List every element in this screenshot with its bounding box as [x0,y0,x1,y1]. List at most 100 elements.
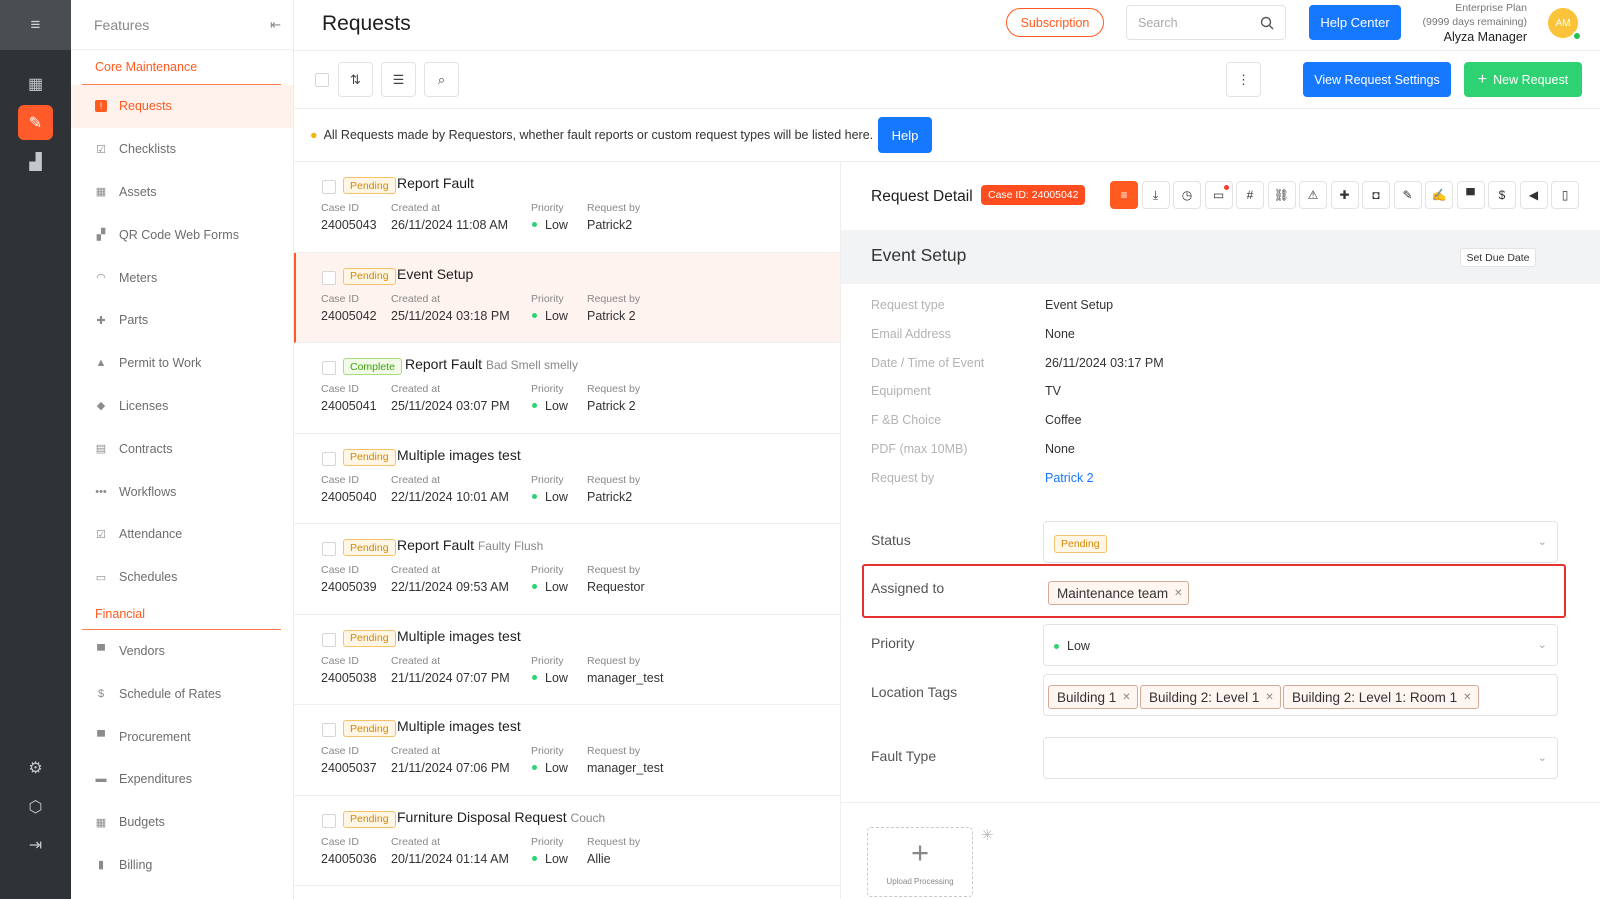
request-row[interactable]: Pending Multiple images test Case ID 240050… [294,434,840,524]
link-icon[interactable]: ⛓ [1267,181,1296,209]
upload-button[interactable]: + Upload Processing [867,827,973,897]
sidebar-item-vendors[interactable]: ▀ Vendors [71,630,293,673]
priority-text: Low [545,670,568,685]
status-badge: Pending [343,448,396,466]
history-clock-icon[interactable]: ◷ [1173,181,1201,209]
request-row[interactable]: Complete Report Fault Bad Smell smelly Cas… [294,343,840,434]
meta-label-request-by: Request by [587,292,641,305]
sidebar-item-assets[interactable]: ▦ Assets [71,171,293,214]
menu-toggle-icon[interactable]: ≡ [0,0,71,50]
download-icon[interactable]: ⤓ [1141,181,1170,209]
request-row[interactable]: Pending Report Fault Faulty Flush Case ID 2… [294,524,840,615]
location-tag-label: Building 2: Level 1: Room 1 [1292,689,1458,705]
set-due-date-button[interactable]: Set Due Date [1460,248,1536,267]
analytics-icon[interactable]: ▟ [18,144,53,179]
request-by-link[interactable]: Patrick 2 [1045,471,1094,485]
sidebar-item-label: Schedules [119,570,178,585]
parts-icon[interactable]: ✚ [1330,181,1359,209]
help-center-button[interactable]: Help Center [1309,5,1401,40]
sort-button[interactable]: ⇅ [338,62,373,97]
filter-button[interactable]: ☰ [381,62,416,97]
online-status-icon [1572,31,1582,41]
maintenance-icon[interactable]: ✎ [18,105,53,140]
search-list-button[interactable]: ⌕ [424,62,459,97]
procurement-icon: ▀ [97,730,105,743]
status-select[interactable]: Pending ⌄ [1043,521,1558,563]
remove-tag-icon[interactable]: ✕ [1122,692,1130,703]
sidebar-item-licenses[interactable]: ◆ Licenses [71,385,293,428]
sidebar-item-contracts[interactable]: ▤ Contracts [71,427,293,470]
sidebar-item-qr-code-web-forms[interactable]: ▞ QR Code Web Forms [71,213,293,256]
view-request-settings-button[interactable]: View Request Settings [1303,62,1451,97]
row-checkbox[interactable] [322,632,336,647]
meta-value-case-id: 24005042 [321,308,377,323]
sidebar-item-attendance[interactable]: ☑ Attendance [71,513,293,556]
row-checkbox[interactable] [322,813,336,828]
priority-value: Low [531,761,568,775]
sidebar-item-schedule-of-rates[interactable]: $ Schedule of Rates [71,672,293,715]
settings-gear-icon[interactable]: ⚙ [18,750,53,785]
status-badge: Pending [343,539,396,556]
dashboard-icon[interactable]: ▦ [18,66,53,101]
help-button[interactable]: Help [878,117,932,153]
sidebar-item-billing[interactable]: ▮ Billing [71,844,293,887]
sidebar-item-requests[interactable]: ! Requests [71,85,293,128]
request-row[interactable]: Pending Multiple images test Case ID 240050… [294,615,840,705]
collapse-sidebar-icon[interactable]: ⇤ [270,17,281,33]
row-checkbox[interactable] [322,542,336,556]
chevron-down-icon: ⌄ [1537,536,1547,548]
vendor-store-icon[interactable]: ▀ [1456,181,1485,209]
search-icon[interactable] [1260,16,1274,30]
request-title-text: Report Fault [397,175,475,191]
status-badge: Pending [1054,535,1107,553]
subscription-button[interactable]: Subscription [1006,8,1104,37]
sidebar-item-procurement[interactable]: ▀ Procurement [71,715,293,758]
sidebar-item-checklists[interactable]: ☑ Checklists [71,128,293,171]
request-row[interactable]: Pending Furniture Disposal Request Couch C… [294,796,840,886]
row-checkbox[interactable] [322,180,336,194]
remove-tag-icon[interactable]: ✕ [1265,692,1273,703]
select-all-checkbox[interactable] [315,73,329,87]
field-key: Request type [871,298,945,312]
location-tags-select[interactable]: Building 1 ✕ Building 2: Level 1 ✕ Buildin… [1043,674,1558,716]
signature-icon[interactable]: ✍ [1425,181,1453,209]
sidebar-item-schedules[interactable]: ▭ Schedules [71,556,293,599]
comments-icon[interactable]: ▭ [1204,181,1233,209]
request-row[interactable]: Pending Report Fault Case ID 24005043 Create… [294,162,840,253]
row-checkbox[interactable] [322,270,336,285]
edit-pencil-icon[interactable]: ✎ [1393,181,1422,209]
new-request-button[interactable]: + New Request [1464,62,1582,97]
announce-speaker-icon[interactable]: ◀ [1519,181,1548,209]
meta-value-request-by: Patrick 2 [587,308,636,323]
warning-icon[interactable]: ⚠ [1299,181,1327,209]
fault-type-select[interactable]: ⌄ [1043,737,1558,779]
avatar[interactable]: AM [1548,8,1582,41]
priority-value: Low [531,580,568,594]
request-row[interactable]: Pending Multiple images test Case ID 240050… [294,705,840,796]
row-checkbox[interactable] [322,723,336,737]
priority-text: Low [545,580,568,594]
hashtag-icon[interactable]: # [1236,181,1264,209]
delete-trash-icon[interactable]: ▯ [1551,181,1579,209]
details-view-icon[interactable]: ≡ [1110,181,1138,209]
more-options-button[interactable]: ⋮ [1226,62,1261,97]
sidebar-item-parts[interactable]: ✚ Parts [71,299,293,342]
request-row[interactable]: Pending Event Setup Case ID 24005042 Created… [294,252,840,343]
logout-icon[interactable]: ⇥ [18,827,53,862]
sidebar-item-permit-to-work[interactable]: ▲ Permit to Work [71,342,293,385]
sidebar-item-workflows[interactable]: ••• Workflows [71,470,293,513]
sidebar-item-budgets[interactable]: ▦ Budgets [71,801,293,844]
sidebar-item-meters[interactable]: ◠ Meters [71,256,293,299]
sidebar-title: Features [94,16,150,33]
package-icon[interactable]: ⬡ [18,789,53,824]
camera-icon[interactable]: ◘ [1362,181,1390,209]
remove-tag-icon[interactable]: ✕ [1463,692,1471,703]
sidebar-item-expenditures[interactable]: ▬ Expenditures [71,758,293,801]
row-checkbox[interactable] [322,361,336,375]
meta-value-created-at: 25/11/2024 03:18 PM [391,308,510,323]
priority-select[interactable]: Low ⌄ [1043,624,1558,666]
priority-text: Low [545,761,568,775]
row-checkbox[interactable] [322,451,336,466]
dollar-icon[interactable]: $ [1488,181,1516,209]
search-input[interactable]: Search [1126,5,1286,40]
